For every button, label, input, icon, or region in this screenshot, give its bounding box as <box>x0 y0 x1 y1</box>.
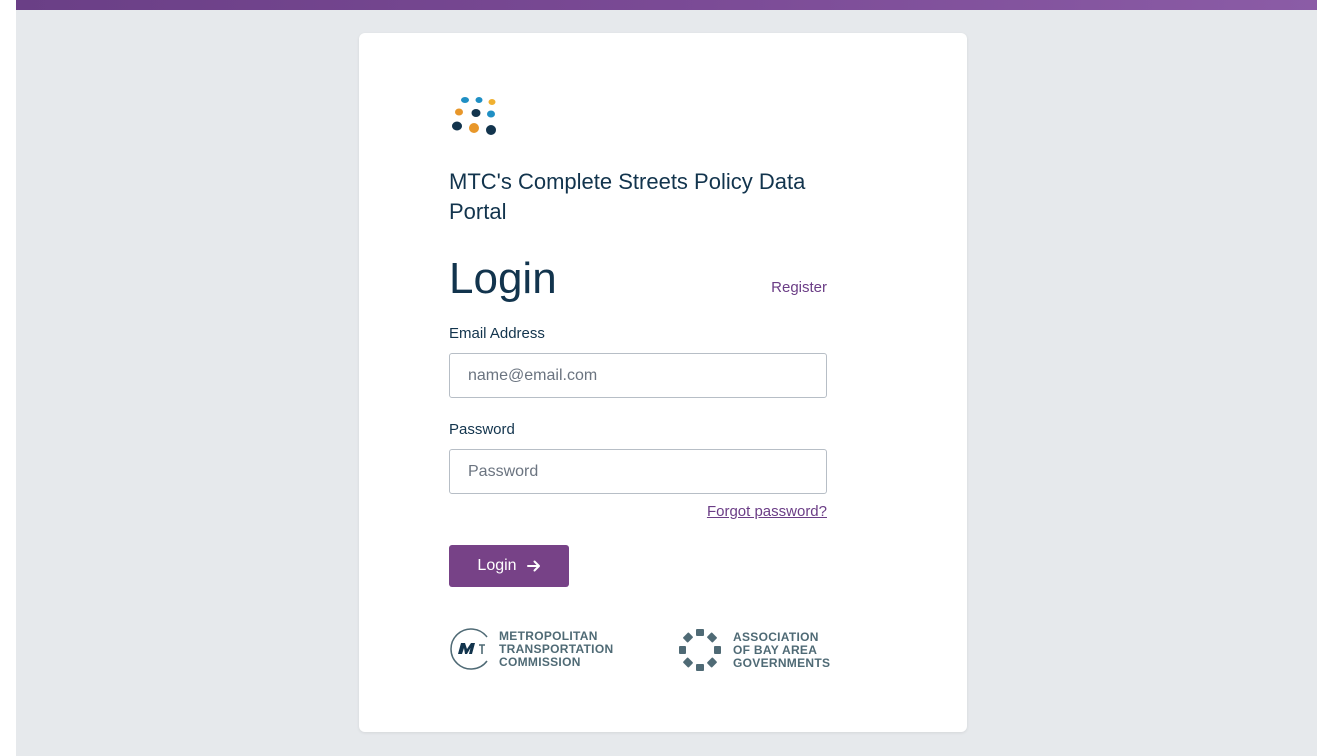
forgot-password-link[interactable]: Forgot password? <box>707 503 827 520</box>
register-link[interactable]: Register <box>771 279 827 296</box>
mtc-logo-line: METROPOLITAN <box>499 628 598 643</box>
top-accent-bar <box>16 0 1317 10</box>
mtc-logo-text: METROPOLITAN TRANSPORTATION COMMISSION <box>499 628 614 669</box>
email-label: Email Address <box>449 325 545 342</box>
abag-ring-logo-icon <box>679 629 721 671</box>
abag-logo-text: ASSOCIATION OF BAY AREA GOVERNMENTS <box>733 629 831 670</box>
login-heading: Login <box>449 254 557 303</box>
arrow-right-icon <box>526 560 540 572</box>
mtc-circle-logo-icon <box>450 628 488 670</box>
page-background: MTC's Complete Streets Policy Data Porta… <box>16 0 1317 756</box>
abag-logo-line: OF BAY AREA <box>733 642 818 657</box>
mtc-logo-line: COMMISSION <box>499 654 581 669</box>
abag-logo-line: GOVERNMENTS <box>733 655 831 670</box>
portal-title: MTC's Complete Streets Policy Data Porta… <box>449 169 806 224</box>
mtc-logo-line: TRANSPORTATION <box>499 641 614 656</box>
mtc-logo: METROPOLITAN TRANSPORTATION COMMISSION <box>449 627 613 671</box>
abag-logo-line: ASSOCIATION <box>733 629 819 644</box>
login-button[interactable]: Login <box>449 545 569 587</box>
abag-logo: ASSOCIATION OF BAY AREA GOVERNMENTS <box>677 627 830 673</box>
mtc-dots-logo-icon <box>452 97 496 135</box>
login-card: MTC's Complete Streets Policy Data Porta… <box>359 33 967 732</box>
password-label: Password <box>449 421 515 438</box>
login-button-label: Login <box>477 557 517 574</box>
partner-logos: METROPOLITAN TRANSPORTATION COMMISSION A… <box>449 627 830 673</box>
email-field[interactable] <box>449 353 827 398</box>
password-field[interactable] <box>449 449 827 494</box>
